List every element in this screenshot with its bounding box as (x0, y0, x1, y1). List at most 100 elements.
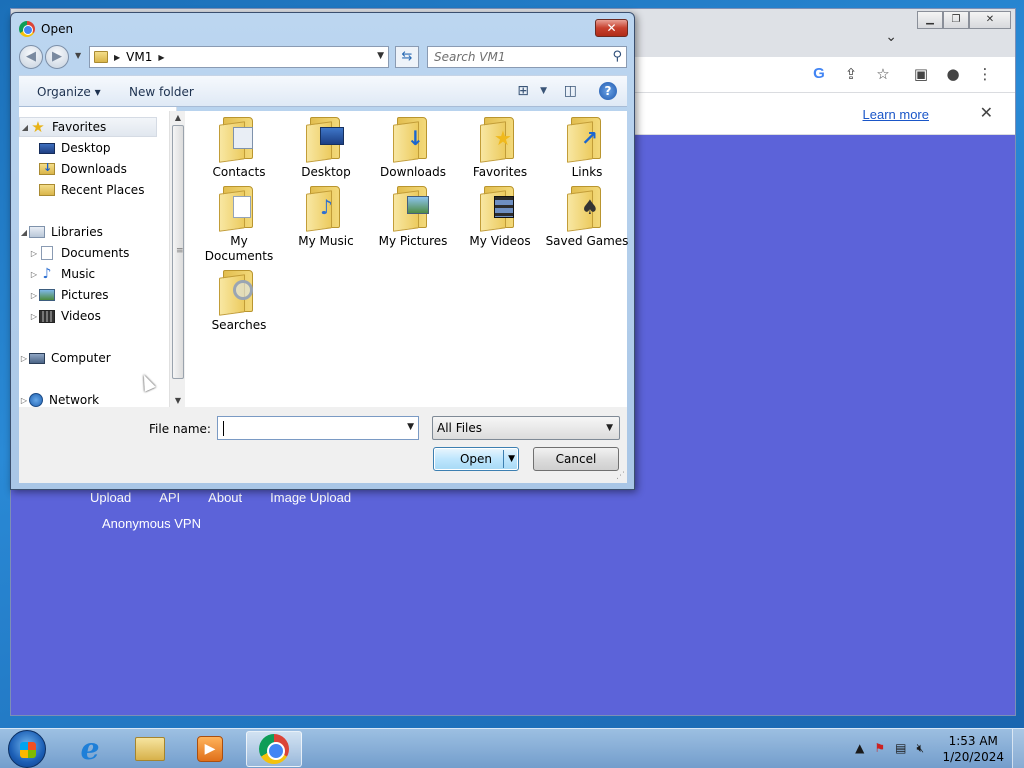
tab-search-chevron-icon[interactable]: ⌄ (885, 29, 897, 45)
breadcrumb-vm1[interactable]: VM1 (126, 50, 152, 64)
nav-desktop[interactable]: Desktop (39, 138, 111, 158)
file-name-dropdown-icon[interactable]: ▼ (407, 422, 414, 432)
chevron-down-icon[interactable]: ▼ (606, 417, 613, 439)
show-hidden-icons-icon[interactable]: ▲ (855, 741, 864, 756)
nav-computer[interactable]: ▷ Computer (19, 348, 111, 368)
profile-avatar-icon[interactable]: ● (943, 65, 963, 83)
nav-documents[interactable]: ▷ Documents (29, 243, 129, 263)
breadcrumb-chevron-icon[interactable]: ▶ (158, 53, 164, 62)
about-link[interactable]: About (208, 490, 242, 505)
nav-recent-places[interactable]: Recent Places (39, 180, 144, 200)
expand-icon[interactable]: ▷ (19, 354, 29, 363)
new-folder-button[interactable]: New folder (129, 85, 194, 99)
folder-icon: ♪ (306, 186, 346, 232)
nav-videos[interactable]: ▷ Videos (29, 306, 101, 326)
folder-searches[interactable]: Searches (197, 270, 281, 333)
scroll-up-icon[interactable]: ▲ (170, 113, 186, 122)
breadcrumb-chevron-icon[interactable]: ▶ (114, 53, 120, 62)
network-status-icon[interactable]: ▤ (895, 741, 906, 756)
action-center-flag-icon[interactable]: ⚑ (874, 741, 885, 756)
collapse-icon[interactable]: ◢ (20, 123, 30, 132)
view-dropdown-icon[interactable]: ▼ (540, 86, 547, 96)
folder-desktop[interactable]: Desktop (284, 117, 368, 180)
folder-label: Desktop (301, 165, 351, 179)
anonymous-vpn-link[interactable]: Anonymous VPN (102, 516, 201, 531)
cancel-button[interactable]: Cancel (533, 447, 619, 471)
back-button[interactable]: ◀ (19, 45, 43, 69)
close-window-button[interactable]: ✕ (969, 11, 1011, 29)
maximize-button[interactable]: ❐ (943, 11, 969, 29)
folder-saved-games[interactable]: ♠ Saved Games (545, 186, 629, 249)
taskbar-media-player[interactable]: ▶ (182, 731, 238, 767)
clock-date: 1/20/2024 (942, 750, 1004, 764)
file-type-select[interactable]: All Files ▼ (432, 416, 620, 440)
open-button[interactable]: Open ▼ (433, 447, 519, 471)
taskbar-chrome[interactable] (246, 731, 302, 767)
start-button[interactable] (8, 730, 46, 768)
folder-links[interactable]: ↗ Links (545, 117, 629, 180)
folder-icon: ★ (480, 117, 520, 163)
expand-icon[interactable]: ▷ (29, 312, 39, 321)
clock[interactable]: 1:53 AM 1/20/2024 (942, 733, 1004, 765)
expand-icon[interactable]: ▷ (29, 249, 39, 258)
folder-icon (306, 117, 346, 163)
nav-favorites[interactable]: ◢ ★ Favorites (19, 117, 157, 137)
nav-scrollbar[interactable]: ▲ ≡ ▼ (169, 111, 185, 407)
music-note-icon: ♪ (42, 266, 52, 282)
folder-icon: ↓ (393, 117, 433, 163)
expand-icon[interactable]: ▷ (29, 291, 39, 300)
forward-button[interactable]: ▶ (45, 45, 69, 69)
google-lens-icon[interactable]: G (809, 65, 829, 82)
media-player-icon: ▶ (197, 736, 223, 762)
refresh-button[interactable]: ⇆ (395, 46, 419, 68)
folder-icon: ♠ (567, 186, 607, 232)
expand-icon[interactable]: ▷ (29, 270, 39, 279)
nav-label: Documents (61, 246, 130, 260)
taskbar-internet-explorer[interactable]: e (62, 731, 118, 767)
folder-my-music[interactable]: ♪ My Music (284, 186, 368, 249)
preview-pane-icon[interactable]: ◫ (564, 83, 577, 99)
address-dropdown-icon[interactable]: ▼ (377, 51, 384, 61)
resize-grip-icon[interactable]: ⋰ (616, 471, 625, 481)
api-link[interactable]: API (159, 490, 180, 505)
side-panel-icon[interactable]: ▣ (911, 65, 931, 83)
taskbar-file-explorer[interactable] (122, 731, 178, 767)
volume-muted-icon[interactable]: 🔇︎ (916, 741, 924, 756)
nav-pictures[interactable]: ▷ Pictures (29, 285, 109, 305)
folder-favorites[interactable]: ★ Favorites (458, 117, 542, 180)
recent-locations-chevron-icon[interactable]: ▼ (75, 51, 81, 60)
minimize-button[interactable]: ▁ (917, 11, 943, 29)
learn-more-link[interactable]: Learn more (863, 107, 929, 122)
collapse-icon[interactable]: ◢ (19, 228, 29, 237)
image-upload-link[interactable]: Image Upload (270, 490, 351, 505)
libraries-icon (29, 226, 45, 238)
info-bar-close-icon[interactable]: ✕ (980, 103, 993, 122)
organize-button[interactable]: Organize ▾ (37, 85, 101, 99)
scrollbar-thumb[interactable]: ≡ (172, 125, 184, 379)
search-input[interactable]: Search VM1 ⚲ (427, 46, 627, 68)
show-desktop-button[interactable] (1012, 729, 1024, 768)
expand-icon[interactable]: ▷ (19, 396, 29, 405)
help-icon[interactable]: ? (599, 82, 617, 100)
folder-my-documents[interactable]: My Documents (197, 186, 281, 264)
open-dropdown-icon[interactable]: ▼ (508, 448, 515, 470)
share-icon[interactable]: ⇪ (841, 65, 861, 83)
folder-my-pictures[interactable]: My Pictures (371, 186, 455, 249)
bookmark-star-icon[interactable]: ☆ (873, 65, 893, 83)
view-options-icon[interactable]: ⊞ (517, 83, 529, 99)
nav-network[interactable]: ▷ Network (19, 390, 99, 407)
folder-downloads[interactable]: ↓ Downloads (371, 117, 455, 180)
scroll-down-icon[interactable]: ▼ (170, 396, 186, 405)
nav-downloads[interactable]: Downloads (39, 159, 127, 179)
file-name-input[interactable]: ▼ (217, 416, 419, 440)
search-icon[interactable]: ⚲ (612, 47, 622, 67)
folder-contacts[interactable]: Contacts (197, 117, 281, 180)
dialog-close-button[interactable]: ✕ (595, 19, 628, 37)
address-bar[interactable]: ▶ VM1 ▶ ▼ (89, 46, 389, 68)
nav-libraries[interactable]: ◢ Libraries (19, 222, 103, 242)
upload-link[interactable]: Upload (90, 490, 131, 505)
text-caret (223, 421, 224, 436)
menu-kebab-icon[interactable]: ⋮ (975, 65, 995, 83)
folder-my-videos[interactable]: My Videos (458, 186, 542, 249)
nav-music[interactable]: ▷ ♪ Music (29, 264, 95, 284)
